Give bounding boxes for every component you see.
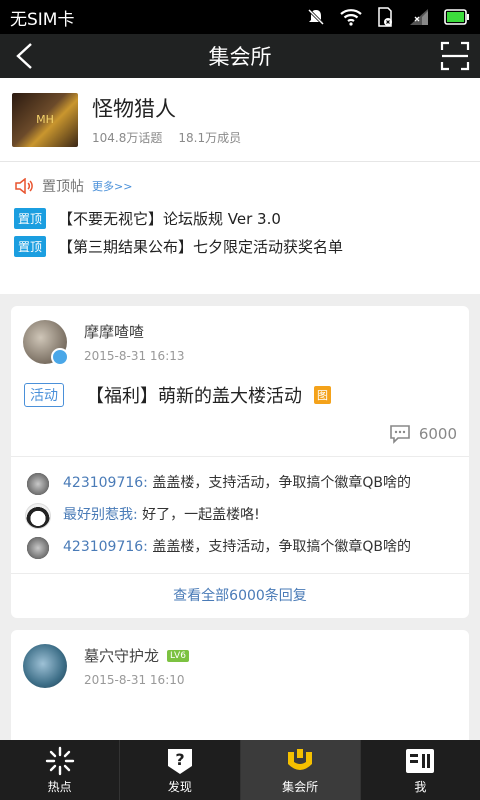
tab-label: 发现 bbox=[167, 779, 192, 794]
reply-avatar[interactable] bbox=[25, 503, 51, 529]
tab-me[interactable]: 我 bbox=[361, 740, 480, 800]
reply-item[interactable]: 423109716: 盖盖楼，支持活动，争取搞个徽章QB啥的 bbox=[25, 535, 459, 561]
group-header[interactable]: MH 怪物猎人 104.8万话题 18.1万成员 bbox=[0, 78, 480, 162]
reply-text: 盖盖楼，支持活动，争取搞个徽章QB啥的 bbox=[152, 475, 411, 491]
group-info: 怪物猎人 104.8万话题 18.1万成员 bbox=[92, 93, 241, 146]
post-time: 2015-8-31 16:13 bbox=[84, 349, 185, 363]
reply-avatar[interactable] bbox=[25, 535, 51, 561]
pinned-title: 【不要无视它】论坛版规 Ver 3.0 bbox=[58, 210, 281, 228]
post-meta: 墓穴守护龙 LV6 2015-8-31 16:10 bbox=[84, 645, 189, 687]
tab-label: 我 bbox=[414, 779, 427, 794]
pinned-title: 【第三期结果公布】七夕限定活动获奖名单 bbox=[58, 238, 344, 256]
back-button[interactable] bbox=[8, 40, 40, 72]
battery-icon bbox=[444, 9, 469, 25]
burst-icon bbox=[43, 746, 77, 776]
comment-count-value: 6000 bbox=[418, 425, 457, 443]
pinned-label: 置顶帖 bbox=[42, 179, 84, 195]
author-name[interactable]: 墓穴守护龙 bbox=[84, 645, 159, 666]
tab-hot[interactable]: 热点 bbox=[0, 740, 121, 800]
image-tag: 图 bbox=[314, 386, 331, 404]
reply-body: 423109716: 盖盖楼，支持活动，争取搞个徽章QB啥的 bbox=[63, 535, 411, 559]
reply-body: 最好别惹我: 好了，一起盖楼咯! bbox=[63, 503, 260, 527]
page-title: 集会所 bbox=[208, 45, 272, 69]
back-arrow-icon bbox=[16, 43, 32, 69]
pin-badge: 置顶 bbox=[14, 208, 47, 229]
post-title[interactable]: 【福利】萌新的盖大楼活动 bbox=[86, 382, 302, 408]
group-name: 怪物猎人 bbox=[92, 97, 176, 121]
system-icons bbox=[306, 7, 470, 27]
reply-item[interactable]: 423109716: 盖盖楼，支持活动，争取搞个徽章QB啥的 bbox=[25, 471, 459, 497]
pinned-item[interactable]: 置顶 【不要无视它】论坛版规 Ver 3.0 bbox=[14, 208, 466, 229]
reply-user[interactable]: 423109716: bbox=[63, 539, 148, 555]
activity-tag: 活动 bbox=[24, 383, 64, 407]
svg-text:?: ? bbox=[175, 750, 184, 769]
comment-icon bbox=[390, 425, 410, 444]
reply-avatar[interactable] bbox=[25, 471, 51, 497]
level-badge: LV6 bbox=[167, 649, 189, 662]
mute-icon bbox=[307, 8, 325, 26]
reply-user[interactable]: 最好别惹我: bbox=[63, 507, 138, 523]
scan-button[interactable] bbox=[440, 41, 470, 71]
post-header: 摩摩喳喳 2015-8-31 16:13 bbox=[11, 306, 469, 366]
topic-count: 104.8万话题 bbox=[92, 131, 163, 145]
question-icon: ? bbox=[165, 746, 195, 776]
reply-text: 好了，一起盖楼咯! bbox=[142, 507, 260, 523]
signal-icon bbox=[410, 9, 428, 25]
view-all-replies-link[interactable]: 查看全部6000条回复 bbox=[11, 573, 469, 618]
poster-name[interactable]: 摩摩喳喳 bbox=[84, 321, 185, 342]
sim-error-icon bbox=[378, 7, 392, 27]
post-time: 2015-8-31 16:10 bbox=[84, 673, 185, 687]
member-count: 18.1万成员 bbox=[178, 131, 242, 145]
reply-list: 423109716: 盖盖楼，支持活动，争取搞个徽章QB啥的 最好别惹我: 好了… bbox=[11, 456, 469, 618]
pinned-more-link[interactable]: 更多>> bbox=[92, 178, 132, 194]
poster-name[interactable]: 墓穴守护龙 LV6 bbox=[84, 645, 189, 666]
pinned-header: 置顶帖 更多>> bbox=[14, 176, 466, 196]
post-header: 墓穴守护龙 LV6 2015-8-31 16:10 bbox=[11, 630, 469, 688]
avatar[interactable] bbox=[23, 320, 69, 366]
post-meta: 摩摩喳喳 2015-8-31 16:13 bbox=[84, 321, 185, 363]
profile-icon bbox=[404, 746, 436, 776]
post-card[interactable]: 墓穴守护龙 LV6 2015-8-31 16:10 bbox=[11, 630, 469, 740]
post-title-row[interactable]: 活动 【福利】萌新的盖大楼活动 图 bbox=[11, 364, 469, 408]
tab-discover[interactable]: ? 发现 bbox=[120, 740, 241, 800]
scan-icon bbox=[440, 41, 470, 71]
comment-count[interactable]: 6000 bbox=[11, 408, 469, 456]
author-name[interactable]: 摩摩喳喳 bbox=[84, 321, 144, 342]
reply-user[interactable]: 423109716: bbox=[63, 475, 148, 491]
title-bar: 集会所 bbox=[0, 34, 480, 78]
tab-gathering[interactable]: 集会所 bbox=[240, 740, 361, 800]
crown-icon bbox=[284, 746, 316, 776]
pinned-section: 置顶帖 更多>> 置顶 【不要无视它】论坛版规 Ver 3.0 置顶 【第三期结… bbox=[0, 162, 480, 294]
carrier-label: 无SIM卡 bbox=[10, 9, 75, 30]
tab-label: 集会所 bbox=[282, 779, 319, 794]
reply-text: 盖盖楼，支持活动，争取搞个徽章QB啥的 bbox=[152, 539, 411, 555]
wifi-icon bbox=[340, 9, 362, 26]
user-badge-icon bbox=[51, 348, 69, 366]
feed-content[interactable]: MH 怪物猎人 104.8万话题 18.1万成员 置顶帖 更多>> 置顶 【不要… bbox=[0, 78, 480, 740]
group-logo: MH bbox=[12, 92, 78, 147]
post-card[interactable]: 摩摩喳喳 2015-8-31 16:13 活动 【福利】萌新的盖大楼活动 图 6… bbox=[11, 306, 469, 618]
reply-item[interactable]: 最好别惹我: 好了，一起盖楼咯! bbox=[25, 503, 459, 529]
speaker-icon bbox=[15, 178, 33, 194]
pinned-item[interactable]: 置顶 【第三期结果公布】七夕限定活动获奖名单 bbox=[14, 236, 466, 257]
group-stats: 104.8万话题 18.1万成员 bbox=[92, 129, 241, 146]
tab-label: 热点 bbox=[47, 779, 72, 794]
reply-body: 423109716: 盖盖楼，支持活动，争取搞个徽章QB啥的 bbox=[63, 471, 411, 495]
status-bar: 无SIM卡 bbox=[0, 0, 480, 34]
pin-badge: 置顶 bbox=[14, 236, 47, 257]
avatar[interactable] bbox=[23, 644, 67, 688]
bottom-tab-bar: 热点 ? 发现 集会所 我 bbox=[0, 740, 480, 800]
